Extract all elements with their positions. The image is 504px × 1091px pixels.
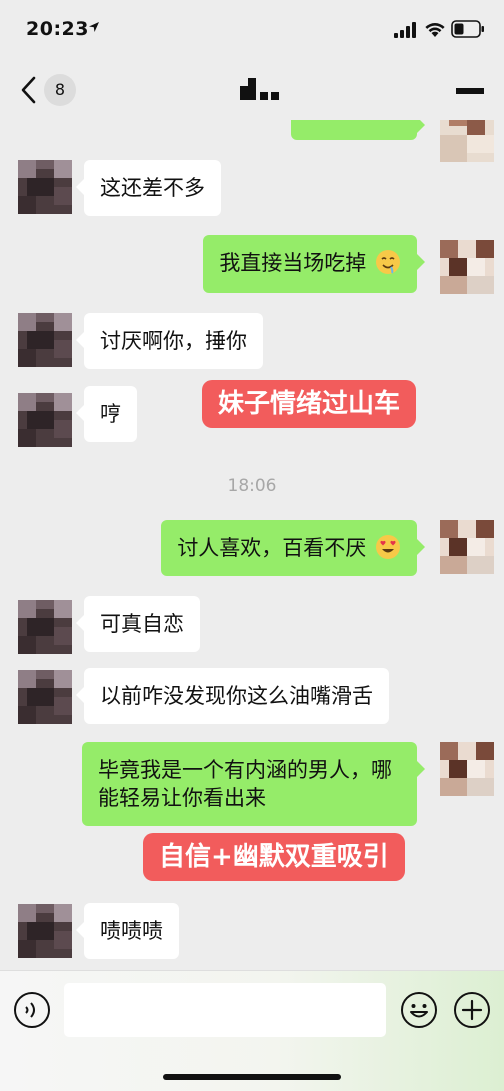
timestamp: 18:06 [227,476,277,496]
message-bubble-incoming[interactable]: 这还差不多 [76,160,221,216]
avatar-contact[interactable] [18,670,72,724]
message-list[interactable]: 这还差不多 我直接当场吃掉 讨厌啊你，捶你 哼 妹子情绪过山车 18:06 讨人… [0,120,504,970]
annotation-label: 自信+幽默双重吸引 [143,833,405,881]
message-bubble-outgoing[interactable]: 毕竟我是一个有内涵的男人，哪能轻易让你看出来 [82,742,425,826]
back-button[interactable]: 8 [16,72,80,108]
heart-eyes-emoji-icon [376,535,400,559]
avatar-self[interactable] [440,120,494,162]
message-text: 毕竟我是一个有内涵的男人，哪能轻易让你看出来 [98,758,392,810]
avatar-self[interactable] [440,240,494,294]
message-bubble-outgoing[interactable] [291,120,425,140]
message-text: 我直接当场吃掉 [219,251,367,275]
nav-bar: 8 [0,60,504,120]
message-bubble-incoming[interactable]: 可真自恋 [76,596,200,652]
home-indicator [163,1074,341,1080]
more-bar [456,88,484,94]
more-button[interactable] [456,86,486,96]
avatar-self[interactable] [440,742,494,796]
avatar-contact[interactable] [18,313,72,367]
status-time: 20:23 [26,18,89,40]
status-bar: 20:23 [0,0,504,60]
plus-button[interactable] [453,991,491,1029]
avatar-self[interactable] [440,520,494,574]
drooling-face-emoji-icon [376,250,400,274]
chevron-left-icon [21,76,36,104]
message-text: 可真自恋 [100,612,184,636]
chat-title-mosaic [240,78,279,100]
input-bar [0,970,504,1091]
signal-icon [394,22,416,38]
unread-badge: 8 [44,74,76,106]
message-text: 讨厌啊你，捶你 [100,329,247,353]
message-bubble-incoming[interactable]: 以前咋没发现你这么油嘴滑舌 [76,668,389,724]
message-text: 以前咋没发现你这么油嘴滑舌 [100,684,373,708]
battery-icon [451,20,484,38]
message-input[interactable] [64,983,386,1037]
avatar-contact[interactable] [18,160,72,214]
message-text: 哼 [100,402,121,426]
voice-input-button[interactable] [13,991,51,1029]
avatar-contact[interactable] [18,600,72,654]
avatar-contact[interactable] [18,393,72,447]
message-bubble-incoming[interactable]: 讨厌啊你，捶你 [76,313,263,369]
message-text: 这还差不多 [100,176,205,200]
message-bubble-outgoing[interactable]: 我直接当场吃掉 [203,235,425,293]
avatar-contact[interactable] [18,904,72,958]
annotation-label: 妹子情绪过山车 [202,380,417,428]
message-text: 讨人喜欢，百看不厌 [177,536,367,560]
message-bubble-incoming[interactable]: 哼 [76,386,137,442]
wifi-icon [425,23,445,37]
emoji-button[interactable] [400,991,438,1029]
message-bubble-incoming[interactable]: 啧啧啧 [76,903,179,959]
message-bubble-outgoing[interactable]: 讨人喜欢，百看不厌 [161,520,425,576]
location-arrow-icon [89,22,99,32]
message-text: 啧啧啧 [100,919,163,943]
